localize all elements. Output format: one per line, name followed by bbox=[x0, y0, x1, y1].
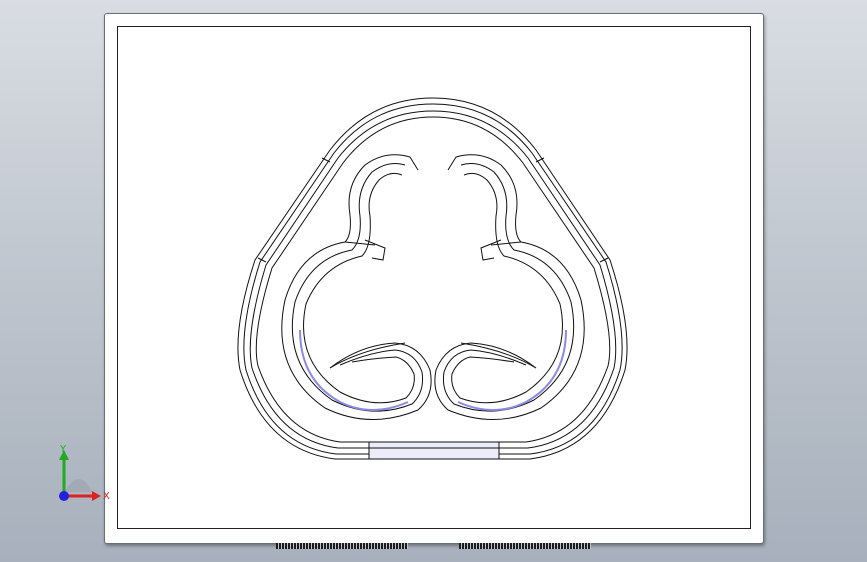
left-lobe-mid bbox=[291, 163, 423, 412]
coordinate-triad: Y X bbox=[59, 444, 110, 502]
right-lobe-mid bbox=[443, 163, 575, 412]
right-lobe-outer bbox=[434, 154, 585, 420]
sheet-scroll-strip-right[interactable] bbox=[459, 543, 591, 549]
graphics-viewport[interactable]: Y X bbox=[0, 0, 867, 562]
x-axis-label: X bbox=[103, 491, 110, 502]
z-axis-dot bbox=[59, 491, 69, 501]
bottom-flat bbox=[368, 441, 500, 460]
sheet-scroll-strip-left[interactable] bbox=[276, 543, 408, 549]
outer-profile-3 bbox=[249, 110, 617, 449]
triad-plane-shadow bbox=[64, 479, 92, 492]
part-model[interactable] bbox=[0, 0, 867, 562]
left-lobe-outer bbox=[281, 154, 432, 420]
outer-profile-2 bbox=[243, 103, 623, 455]
outer-profile-1 bbox=[237, 97, 628, 460]
outer-profile-4 bbox=[255, 116, 611, 443]
x-axis-head bbox=[92, 491, 101, 501]
y-axis-label: Y bbox=[59, 444, 67, 455]
